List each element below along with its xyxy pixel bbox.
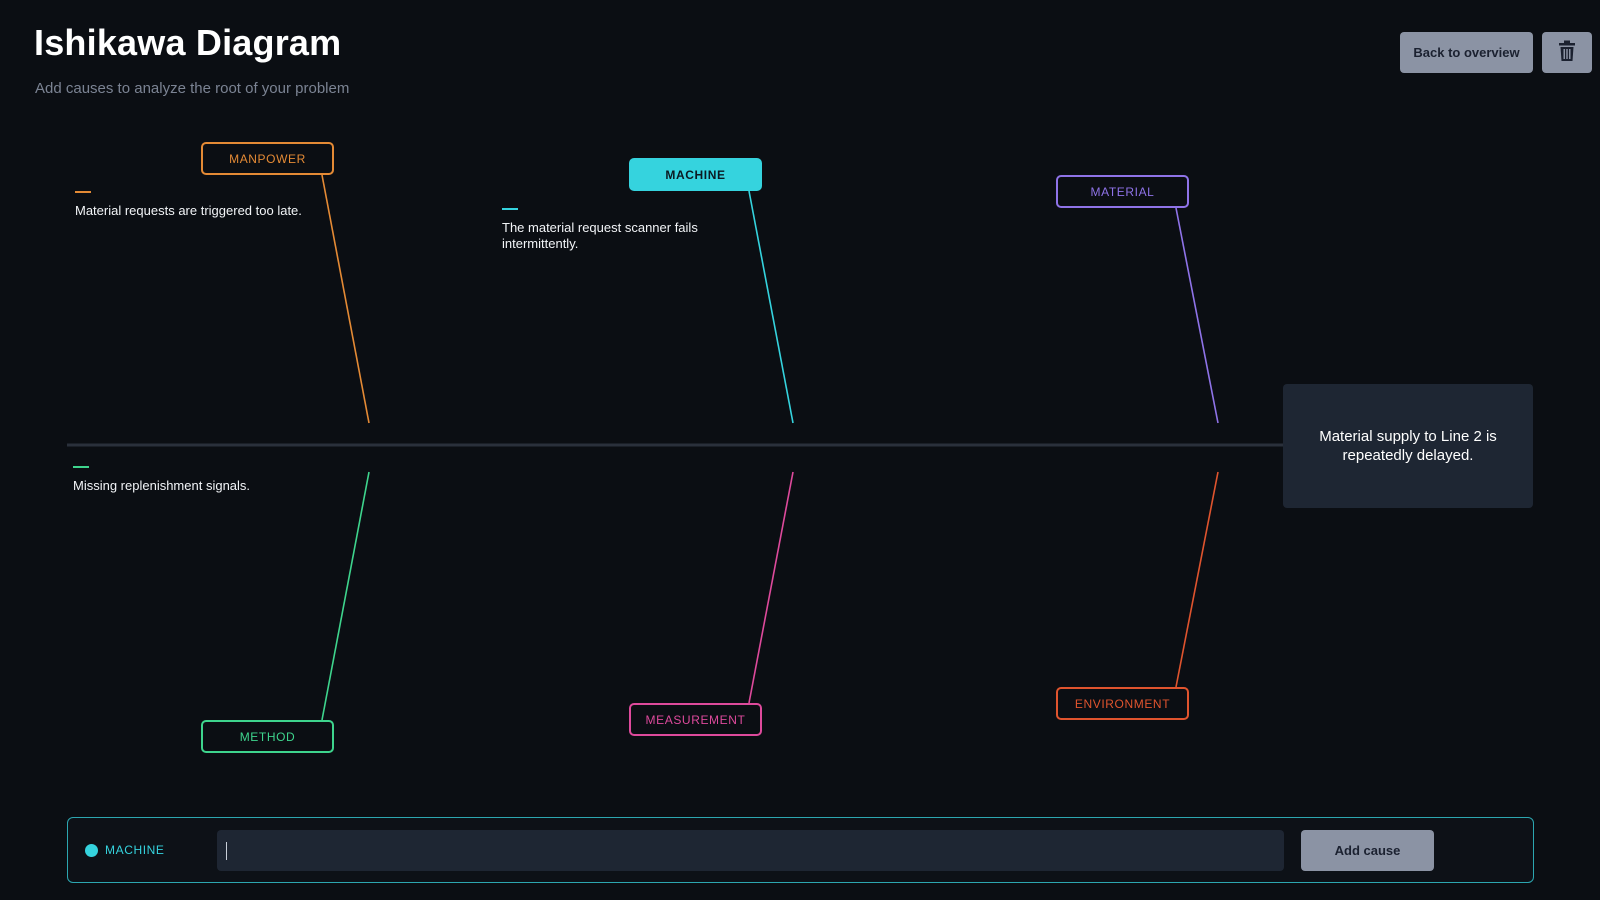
category-material[interactable]: MATERIAL — [1056, 175, 1189, 208]
cause-item-machine: The material request scanner fails inter… — [502, 208, 732, 252]
category-environment[interactable]: ENVIRONMENT — [1056, 687, 1189, 720]
cause-text: Material requests are triggered too late… — [75, 203, 302, 218]
category-machine[interactable]: MACHINE — [629, 158, 762, 191]
cause-input[interactable] — [217, 830, 1284, 871]
bone-environment — [1175, 471, 1219, 688]
bone-material — [1175, 207, 1219, 424]
problem-effect-box: Material supply to Line 2 is repeatedly … — [1283, 384, 1533, 508]
add-cause-button[interactable]: Add cause — [1301, 830, 1434, 871]
dot-icon — [85, 843, 98, 857]
cause-dash — [73, 466, 89, 468]
category-manpower[interactable]: MANPOWER — [201, 142, 334, 175]
category-method[interactable]: METHOD — [201, 720, 334, 753]
cause-dash — [502, 208, 518, 210]
cause-item-manpower: Material requests are triggered too late… — [75, 191, 305, 219]
bone-method — [321, 471, 370, 721]
bone-measurement — [748, 471, 794, 704]
cause-text: Missing replenishment signals. — [73, 478, 251, 493]
cause-dash — [75, 191, 91, 193]
cause-text: The material request scanner fails inter… — [502, 220, 698, 251]
bone-manpower — [321, 174, 370, 424]
add-cause-bar: MACHINE Add cause — [67, 817, 1534, 883]
problem-statement: Material supply to Line 2 is repeatedly … — [1319, 428, 1497, 464]
cause-item-method: Missing replenishment signals. — [73, 466, 313, 494]
selected-category-label: MACHINE — [105, 843, 165, 857]
bone-machine — [748, 190, 794, 424]
selected-category: MACHINE — [85, 843, 165, 857]
category-measurement[interactable]: MEASUREMENT — [629, 703, 762, 736]
text-caret — [226, 842, 227, 860]
